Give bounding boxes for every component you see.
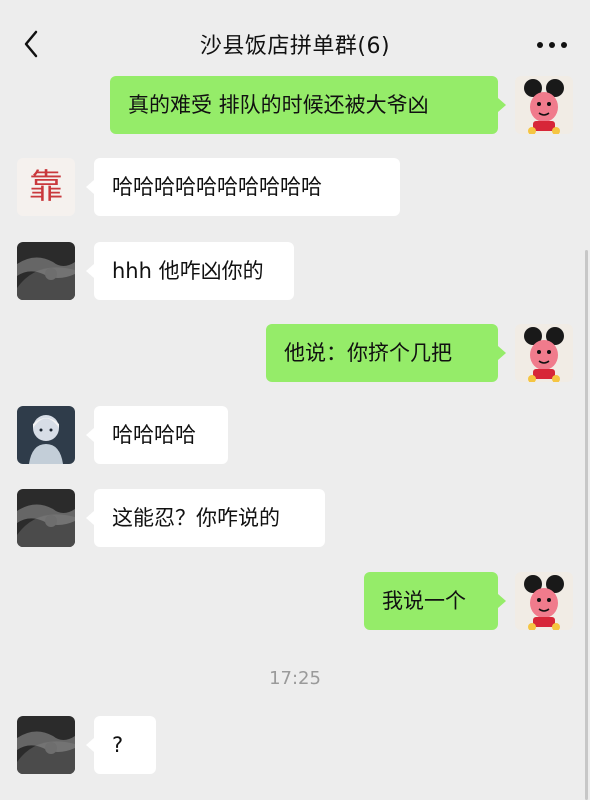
user-avatar[interactable] — [515, 572, 573, 630]
contact-avatar[interactable] — [17, 716, 75, 774]
scrollbar[interactable] — [585, 250, 588, 800]
contact-avatar[interactable] — [17, 489, 75, 547]
contact-avatar[interactable]: 靠 — [17, 158, 75, 216]
user-avatar[interactable] — [515, 324, 573, 382]
incoming-message-bubble[interactable]: ? — [86, 716, 156, 774]
message-timestamp: 17:25 — [269, 668, 321, 689]
contact-avatar[interactable] — [17, 406, 75, 464]
contact-avatar[interactable] — [17, 242, 75, 300]
ellipsis-icon[interactable] — [532, 30, 572, 60]
outgoing-message-bubble[interactable]: 我说一个 — [364, 572, 506, 630]
incoming-message-bubble[interactable]: 这能忍？你咋说的 — [86, 489, 325, 547]
chat-title: 沙县饭店拼单群(6) — [199, 34, 391, 59]
user-avatar[interactable] — [515, 76, 573, 134]
outgoing-message-bubble[interactable]: 真的难受 排队的时候还被大爷凶 — [110, 76, 506, 134]
top-navigation-bar: 沙县饭店拼单群(6) — [0, 0, 590, 76]
incoming-message-bubble[interactable]: 哈哈哈哈哈哈哈哈哈哈 — [86, 158, 400, 216]
avatar-text: 靠 — [29, 167, 63, 207]
incoming-message-bubble[interactable]: 哈哈哈哈 — [86, 406, 228, 464]
outgoing-message-bubble[interactable]: 他说：你挤个几把 — [266, 324, 506, 382]
incoming-message-bubble[interactable]: hhh 他咋凶你的 — [86, 242, 294, 300]
